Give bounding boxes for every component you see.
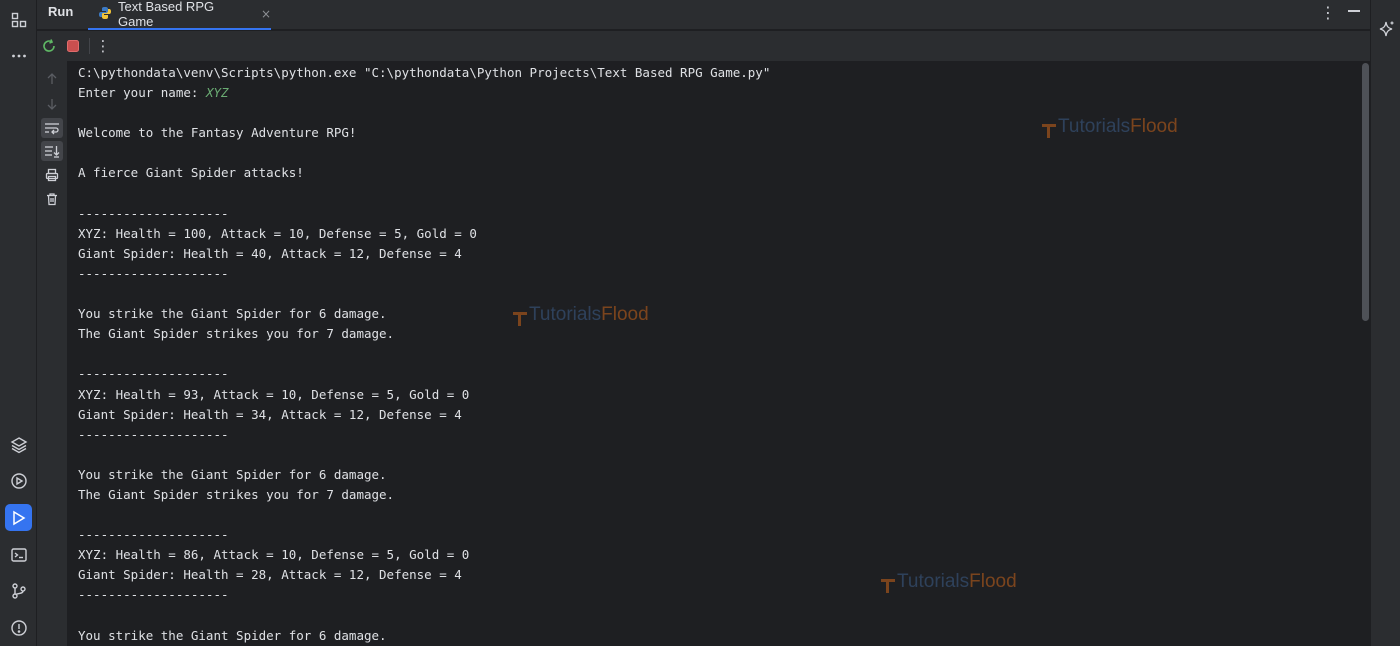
watermark-logo-icon — [881, 577, 895, 593]
console-line: You strike the Giant Spider for 6 damage… — [78, 465, 770, 485]
console-line-text: -------------------- — [78, 205, 229, 221]
console-line: C:\pythondata\venv\Scripts\python.exe "C… — [78, 63, 770, 83]
console-line: XYZ: Health = 100, Attack = 10, Defense … — [78, 224, 770, 244]
console-line-text: XYZ: Health = 93, Attack = 10, Defense =… — [78, 386, 470, 402]
console-line: Giant Spider: Health = 40, Attack = 12, … — [78, 244, 770, 264]
layers-icon[interactable] — [5, 431, 32, 458]
console-line-text: C:\pythondata\venv\Scripts\python.exe "C… — [78, 65, 771, 80]
ai-assistant-icon[interactable] — [1377, 20, 1395, 38]
console-line: -------------------- — [78, 364, 770, 384]
print-icon[interactable] — [41, 165, 63, 185]
console-line: You strike the Giant Spider for 6 damage… — [78, 626, 770, 646]
console-scrollbar[interactable] — [1360, 61, 1370, 646]
minimize-icon[interactable] — [1348, 10, 1360, 12]
tab-text-based-rpg-game[interactable]: Text Based RPG Game × — [88, 0, 271, 30]
left-tool-strip — [0, 0, 37, 646]
watermark: Tutorials Flood — [513, 304, 649, 326]
console-line-text: Giant Spider: Health = 28, Attack = 12, … — [78, 567, 462, 583]
console-line: Giant Spider: Health = 34, Attack = 12, … — [78, 405, 770, 425]
python-file-icon — [98, 5, 112, 24]
rerun-icon[interactable] — [39, 36, 59, 56]
tab-title: Text Based RPG Game — [118, 0, 215, 29]
console-line: -------------------- — [78, 264, 770, 284]
console-line: The Giant Spider strikes you for 7 damag… — [78, 485, 770, 505]
console-line-text: You strike the Giant Spider for 6 damage… — [78, 627, 387, 643]
right-tool-strip — [1370, 0, 1400, 646]
toolbar-separator — [89, 38, 90, 54]
console-line: Giant Spider: Health = 28, Attack = 12, … — [78, 565, 770, 585]
console-line-text: You strike the Giant Spider for 6 damage… — [78, 306, 387, 322]
console-gutter — [37, 61, 67, 646]
console-line-text: Giant Spider: Health = 40, Attack = 12, … — [78, 245, 462, 261]
console-line-text: Welcome to the Fantasy Adventure RPG! — [78, 125, 357, 141]
soft-wrap-icon[interactable] — [41, 118, 63, 138]
more-tools-icon[interactable] — [5, 42, 32, 69]
scroll-down-icon[interactable] — [41, 94, 63, 114]
more-options-icon[interactable]: ⋮ — [1320, 3, 1336, 22]
console-line-text: The Giant Spider strikes you for 7 damag… — [78, 486, 395, 502]
scroll-up-icon[interactable] — [41, 69, 63, 89]
console-output[interactable]: C:\pythondata\venv\Scripts\python.exe "C… — [67, 61, 1360, 646]
watermark-logo-icon — [1042, 122, 1056, 138]
console-line: XYZ: Health = 93, Attack = 10, Defense =… — [78, 385, 770, 405]
console-line: You strike the Giant Spider for 6 damage… — [78, 304, 770, 324]
stop-icon[interactable] — [63, 36, 83, 56]
watermark: Tutorials Flood — [1042, 116, 1178, 138]
console-line-text: The Giant Spider strikes you for 7 damag… — [78, 326, 395, 342]
console-line: XYZ: Health = 86, Attack = 10, Defense =… — [78, 545, 770, 565]
console-line: Enter your name: XYZ — [78, 83, 770, 103]
console-line-text: Giant Spider: Health = 34, Attack = 12, … — [78, 406, 462, 422]
run-toolbar: ⋮ — [37, 31, 1370, 61]
console-line-text: -------------------- — [78, 426, 229, 442]
run-icon[interactable] — [5, 504, 32, 531]
watermark-logo-icon — [513, 310, 527, 326]
console-line-text: XYZ: Health = 86, Attack = 10, Defense =… — [78, 547, 470, 563]
services-icon[interactable] — [5, 467, 32, 494]
run-panel-title: Run — [48, 4, 74, 19]
console-line-text: -------------------- — [78, 265, 229, 281]
watermark: Tutorials Flood — [881, 571, 1017, 593]
console-line: -------------------- — [78, 525, 770, 545]
user-input-text: XYZ — [205, 85, 229, 101]
console-line-text: You strike the Giant Spider for 6 damage… — [78, 466, 387, 482]
console-line: The Giant Spider strikes you for 7 damag… — [78, 324, 770, 344]
console-line: A fierce Giant Spider attacks! — [78, 163, 770, 183]
tool-window-header: Run Text Based RPG Game × ⋮ — [37, 0, 1370, 30]
console-line: Welcome to the Fantasy Adventure RPG! — [78, 123, 770, 143]
scroll-to-end-icon[interactable] — [41, 141, 63, 161]
console-line-text: Enter your name: — [78, 85, 206, 101]
console-line-text: -------------------- — [78, 587, 229, 603]
close-icon[interactable]: × — [261, 7, 271, 21]
console-line-text: A fierce Giant Spider attacks! — [78, 165, 304, 181]
scrollbar-thumb[interactable] — [1362, 63, 1369, 321]
console-line-text: -------------------- — [78, 366, 229, 382]
console-line-text: -------------------- — [78, 527, 229, 543]
terminal-icon[interactable] — [5, 541, 32, 568]
console-line: -------------------- — [78, 425, 770, 445]
clear-icon[interactable] — [41, 189, 63, 209]
console-lines: C:\pythondata\venv\Scripts\python.exe "C… — [78, 63, 770, 646]
git-icon[interactable] — [5, 577, 32, 604]
console-line-text: XYZ: Health = 100, Attack = 10, Defense … — [78, 225, 477, 241]
project-structure-icon[interactable] — [5, 6, 32, 33]
more-actions-icon[interactable]: ⋮ — [93, 36, 113, 56]
problems-icon[interactable] — [5, 614, 32, 641]
console-line: -------------------- — [78, 585, 770, 605]
console-line: -------------------- — [78, 204, 770, 224]
